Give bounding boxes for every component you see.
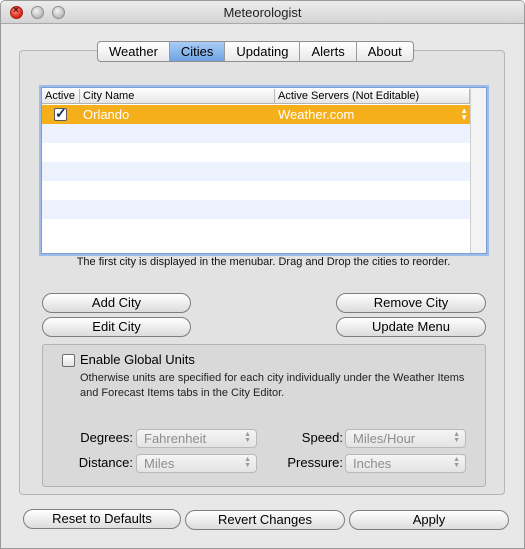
add-city-button[interactable]: Add City (42, 293, 191, 313)
column-header-city-name[interactable]: City Name (80, 89, 275, 103)
checkmark-icon: ✓ (55, 105, 67, 121)
empty-row (42, 162, 470, 181)
distance-value: Miles (144, 456, 175, 471)
tab-weather[interactable]: Weather (98, 42, 170, 61)
global-units-box: Enable Global Units Otherwise units are … (42, 344, 486, 487)
tab-bar: Weather Cities Updating Alerts About (97, 41, 414, 62)
remove-city-button[interactable]: Remove City (336, 293, 486, 313)
popup-arrows-icon: ▲ ▼ (453, 456, 460, 469)
degrees-label: Degrees: (80, 430, 133, 445)
tab-cities[interactable]: Cities (169, 42, 226, 61)
speed-popup[interactable]: Miles/Hour ▲ ▼ (345, 429, 466, 448)
enable-global-units-label[interactable]: Enable Global Units (80, 352, 195, 367)
preferences-window: × Meteorologist Weather Cities Updating … (0, 0, 525, 549)
table-scrollbar[interactable] (470, 88, 486, 253)
window-title: Meteorologist (223, 5, 302, 20)
active-servers-cell: Weather.com (278, 107, 355, 122)
popup-arrows-icon: ▲ ▼ (453, 431, 460, 444)
update-menu-button[interactable]: Update Menu (336, 317, 486, 337)
degrees-popup[interactable]: Fahrenheit ▲ ▼ (136, 429, 257, 448)
apply-button[interactable]: Apply (349, 510, 509, 530)
column-header-active[interactable]: Active (42, 89, 80, 103)
empty-row (42, 143, 470, 162)
pressure-value: Inches (353, 456, 392, 471)
table-row[interactable]: ✓ Orlando Weather.com ▲ ▼ (42, 105, 470, 124)
units-note: Otherwise units are specified for each c… (80, 372, 465, 399)
empty-row (42, 219, 470, 238)
empty-row (42, 124, 470, 143)
degrees-value: Fahrenheit (144, 431, 207, 446)
servers-popup-arrows-icon[interactable]: ▲ ▼ (460, 107, 468, 122)
table-rows: ✓ Orlando Weather.com ▲ ▼ (42, 105, 470, 238)
empty-row (42, 200, 470, 219)
cities-table[interactable]: Active City Name Active Servers (Not Edi… (41, 87, 487, 254)
pressure-popup[interactable]: Inches ▲ ▼ (345, 454, 466, 473)
tab-alerts[interactable]: Alerts (300, 42, 357, 61)
active-checkbox[interactable]: ✓ (54, 105, 67, 121)
column-header-active-servers[interactable]: Active Servers (Not Editable) (275, 89, 470, 103)
city-name-cell: Orlando (83, 107, 130, 122)
empty-row (42, 181, 470, 200)
tab-updating[interactable]: Updating (225, 42, 301, 61)
popup-arrows-icon: ▲ ▼ (244, 456, 251, 469)
reset-to-defaults-button[interactable]: Reset to Defaults (23, 509, 181, 529)
speed-value: Miles/Hour (353, 431, 416, 446)
speed-label: Speed: (301, 430, 343, 445)
pressure-label: Pressure: (287, 455, 343, 470)
revert-changes-button[interactable]: Revert Changes (185, 510, 345, 530)
title-bar[interactable]: × Meteorologist (1, 1, 524, 24)
reorder-hint: The first city is displayed in the menub… (76, 256, 451, 268)
distance-popup[interactable]: Miles ▲ ▼ (136, 454, 257, 473)
edit-city-button[interactable]: Edit City (42, 317, 191, 337)
popup-arrows-icon: ▲ ▼ (244, 431, 251, 444)
tab-about[interactable]: About (357, 42, 413, 61)
table-header: Active City Name Active Servers (Not Edi… (42, 88, 470, 104)
enable-global-units-checkbox[interactable] (62, 354, 75, 367)
distance-label: Distance: (78, 455, 133, 470)
